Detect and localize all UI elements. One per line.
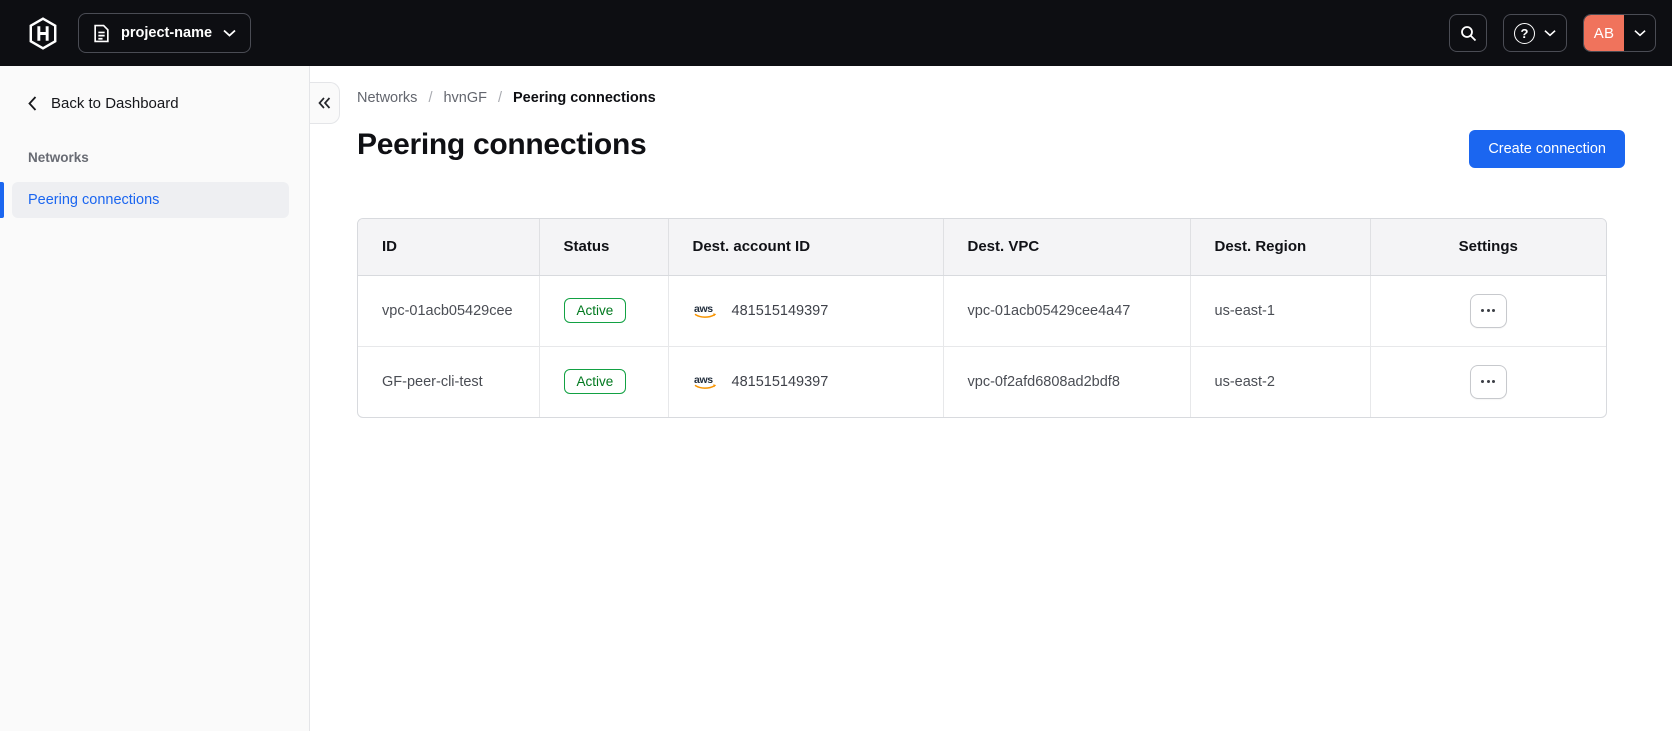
cell-dest-account-id: aws 481515149397 [667, 275, 943, 346]
aws-logo-icon: aws [693, 373, 720, 391]
table-row: vpc-01acb05429cee Active aws 48151514939… [358, 275, 1606, 346]
ellipsis-icon [1481, 380, 1496, 384]
status-badge: Active [563, 298, 627, 323]
chevron-down-icon [1624, 29, 1655, 37]
peering-connections-table: ID Status Dest. account ID Dest. VPC Des… [357, 218, 1607, 418]
project-selector[interactable]: project-name [78, 13, 252, 53]
app-shell: Back to Dashboard Networks Peering conne… [0, 66, 1672, 731]
breadcrumb-separator: / [497, 90, 503, 106]
back-to-dashboard-label: Back to Dashboard [51, 95, 179, 112]
cell-dest-region: us-east-2 [1189, 345, 1370, 417]
breadcrumb-hvn[interactable]: hvnGF [443, 90, 487, 106]
topbar-actions: ? AB [1449, 14, 1656, 52]
column-header-dest-account-id: Dest. account ID [667, 219, 943, 276]
back-to-dashboard-link[interactable]: Back to Dashboard [0, 95, 309, 112]
table-row: GF-peer-cli-test Active aws 481515149397… [358, 345, 1606, 417]
breadcrumb-networks[interactable]: Networks [357, 90, 417, 106]
aws-logo-icon: aws [693, 302, 720, 320]
svg-text:aws: aws [694, 374, 713, 386]
table-header: ID Status Dest. account ID Dest. VPC Des… [358, 219, 1606, 276]
table-body: vpc-01acb05429cee Active aws 48151514939… [358, 275, 1606, 417]
chevron-down-icon [223, 29, 236, 37]
cell-id: vpc-01acb05429cee [382, 302, 513, 319]
cell-settings [1369, 345, 1606, 417]
sidebar-item-peering-connections[interactable]: Peering connections [0, 182, 289, 218]
column-header-status: Status [538, 219, 668, 276]
cell-dest-vpc: vpc-0f2afd6808ad2bdf8 [942, 345, 1190, 417]
cell-status: Active [538, 275, 668, 346]
sidebar: Back to Dashboard Networks Peering conne… [0, 66, 310, 731]
active-indicator [0, 182, 4, 218]
sidebar-section-title: Networks [28, 150, 89, 165]
collapse-sidebar-icon [318, 97, 331, 109]
chevron-left-icon [28, 96, 37, 111]
sidebar-collapse-button[interactable] [310, 82, 340, 124]
chevron-down-icon [1544, 29, 1556, 37]
cell-settings [1369, 275, 1606, 346]
dest-account-id-value: 481515149397 [731, 302, 829, 319]
user-menu-button[interactable]: AB [1583, 14, 1656, 52]
help-menu-button[interactable]: ? [1503, 14, 1567, 52]
help-icon: ? [1514, 22, 1535, 44]
cell-dest-region: us-east-1 [1189, 275, 1370, 346]
search-button[interactable] [1449, 14, 1487, 52]
main-content: Networks / hvnGF / Peering connections P… [310, 66, 1672, 731]
cell-dest-account-id: aws 481515149397 [667, 345, 943, 417]
ellipsis-icon [1481, 309, 1496, 312]
column-header-dest-vpc: Dest. VPC [942, 219, 1190, 276]
create-connection-button[interactable]: Create connection [1469, 130, 1625, 168]
status-badge: Active [563, 369, 627, 395]
breadcrumb-separator: / [428, 90, 433, 106]
column-header-id: ID [358, 219, 539, 276]
breadcrumb-current: Peering connections [513, 90, 656, 106]
dest-account-id-value: 481515149397 [731, 373, 829, 390]
column-header-dest-region: Dest. Region [1189, 219, 1370, 276]
row-actions-button[interactable] [1469, 364, 1507, 399]
page-title: Peering connections [357, 128, 647, 161]
cell-dest-vpc: vpc-01acb05429cee4a47 [942, 275, 1190, 346]
column-header-settings: Settings [1369, 219, 1606, 276]
page-header: Peering connections Create connection [357, 127, 1625, 168]
cell-status: Active [538, 345, 668, 417]
avatar: AB [1584, 15, 1624, 51]
sidebar-item-label: Peering connections [28, 192, 160, 208]
cell-id: GF-peer-cli-test [358, 345, 539, 417]
top-bar: project-name ? AB [0, 0, 1672, 66]
breadcrumb: Networks / hvnGF / Peering connections [357, 90, 1625, 106]
search-icon [1460, 25, 1477, 42]
hashicorp-logo-icon [20, 16, 66, 50]
row-actions-button[interactable] [1469, 293, 1507, 328]
document-icon [93, 24, 110, 43]
svg-text:aws: aws [694, 303, 713, 315]
project-selector-label: project-name [121, 25, 213, 41]
